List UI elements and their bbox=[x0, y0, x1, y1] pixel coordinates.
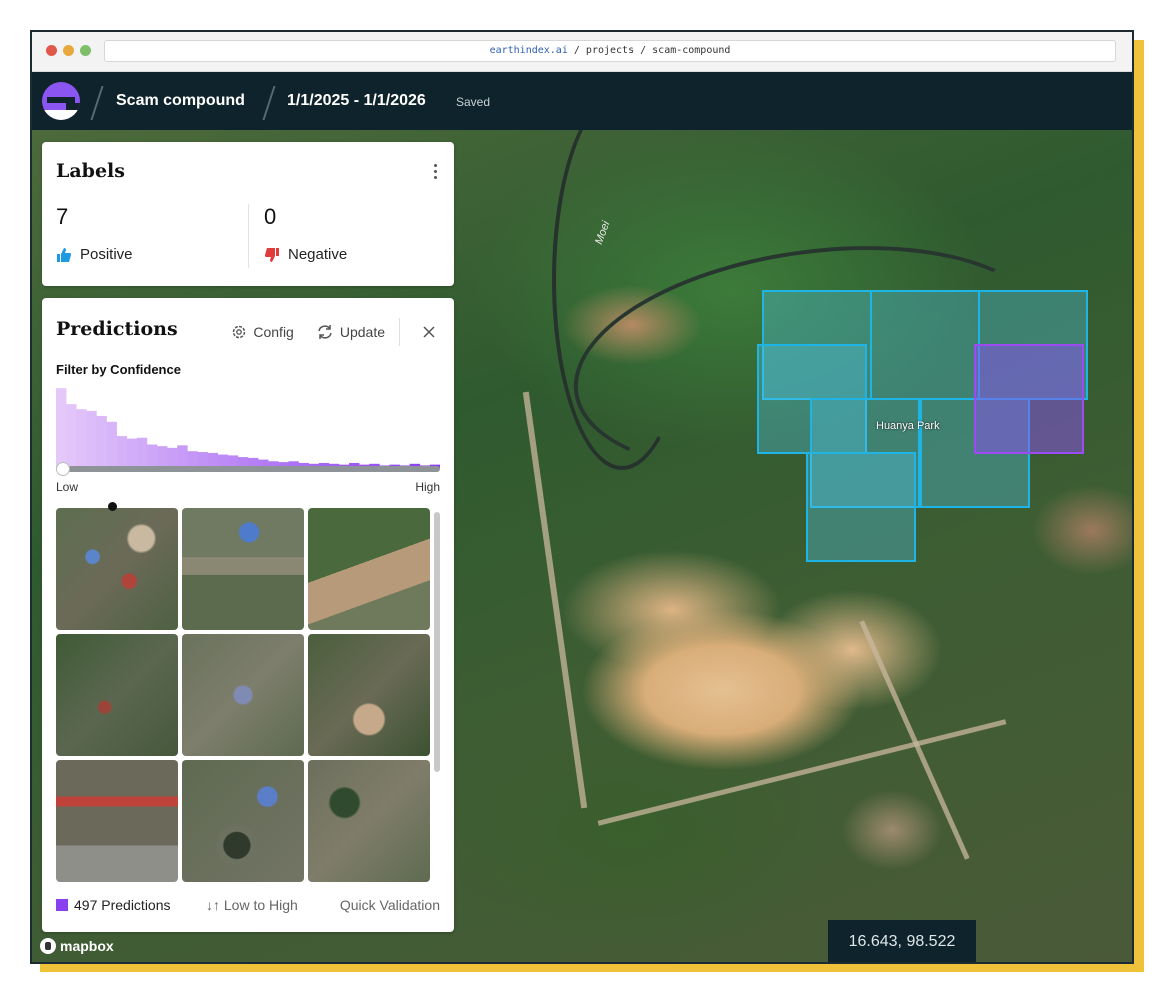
breadcrumb-divider bbox=[262, 86, 276, 120]
save-status: Saved bbox=[456, 95, 491, 109]
place-label: Huanya Park bbox=[876, 420, 940, 432]
prediction-color-swatch bbox=[56, 899, 68, 911]
prediction-thumbnail[interactable] bbox=[182, 634, 304, 756]
thumbs-up-icon bbox=[57, 247, 71, 262]
project-title[interactable]: Scam compound bbox=[116, 92, 245, 110]
positive-count: 7 bbox=[56, 204, 69, 229]
sort-arrows-icon: ↓↑ bbox=[206, 897, 224, 913]
thumbnail-scrollbar[interactable] bbox=[434, 512, 440, 772]
labels-title: Labels bbox=[56, 160, 125, 182]
confidence-slider-track[interactable] bbox=[56, 466, 440, 472]
road bbox=[859, 620, 970, 860]
negative-label: Negative bbox=[288, 246, 348, 263]
positive-label: Positive bbox=[80, 246, 133, 263]
window-minimize-icon[interactable] bbox=[63, 45, 74, 56]
thumbs-down-icon bbox=[265, 247, 279, 262]
predictions-title: Predictions bbox=[56, 318, 178, 340]
update-button[interactable]: Update bbox=[316, 324, 385, 340]
histogram-bar bbox=[177, 445, 188, 468]
config-label: Config bbox=[253, 324, 294, 340]
mapbox-wordmark: mapbox bbox=[60, 938, 114, 954]
histogram-bar bbox=[76, 409, 87, 468]
histogram-bar bbox=[116, 436, 128, 468]
histogram-bar bbox=[126, 438, 138, 468]
range-high-label: High bbox=[415, 480, 440, 494]
address-bar[interactable]: earthindex.ai / projects / scam-compound bbox=[104, 40, 1116, 62]
sort-button[interactable]: ↓↑ Low to High bbox=[206, 897, 298, 913]
prediction-thumbnail[interactable] bbox=[182, 508, 304, 630]
prediction-thumbnail[interactable] bbox=[182, 760, 304, 882]
refresh-icon bbox=[318, 325, 332, 339]
coordinates-readout: 16.643, 98.522 bbox=[828, 920, 976, 962]
prediction-thumbnail[interactable] bbox=[308, 760, 430, 882]
earthindex-logo-icon[interactable] bbox=[42, 82, 80, 120]
gear-icon bbox=[233, 325, 246, 339]
url-host: earthindex.ai bbox=[489, 45, 568, 56]
window-close-icon[interactable] bbox=[46, 45, 57, 56]
divider bbox=[248, 204, 249, 268]
prediction-thumbnail[interactable] bbox=[56, 760, 178, 882]
close-panel-button[interactable] bbox=[422, 325, 442, 339]
histogram-bar bbox=[167, 447, 178, 468]
road bbox=[522, 391, 588, 809]
mouse-cursor bbox=[108, 502, 117, 511]
quick-validation-button[interactable]: Quick Validation bbox=[340, 897, 440, 913]
histogram-bar bbox=[66, 404, 77, 468]
breadcrumb-divider bbox=[90, 86, 104, 120]
prediction-box[interactable] bbox=[806, 452, 916, 562]
predictions-footer: 497 Predictions ↓↑ Low to High Quick Val… bbox=[56, 896, 440, 916]
predictions-panel: Predictions Config Update Filter by Conf… bbox=[42, 298, 454, 932]
prediction-thumbnail[interactable] bbox=[308, 634, 430, 756]
browser-bar: earthindex.ai / projects / scam-compound bbox=[32, 32, 1132, 72]
confidence-slider-handle[interactable] bbox=[56, 462, 70, 476]
url-path: / projects / scam-compound bbox=[567, 45, 731, 56]
prediction-box-selected[interactable] bbox=[974, 344, 1084, 454]
negative-count: 0 bbox=[264, 204, 277, 229]
browser-window: earthindex.ai / projects / scam-compound… bbox=[30, 30, 1134, 964]
histogram-bar bbox=[106, 421, 117, 468]
app-header: Scam compound 1/1/2025 - 1/1/2026 Saved bbox=[32, 72, 1132, 130]
histogram-bar bbox=[157, 446, 168, 468]
prediction-count: 497 Predictions bbox=[74, 897, 171, 913]
prediction-box[interactable] bbox=[870, 290, 980, 400]
window-maximize-icon[interactable] bbox=[80, 45, 91, 56]
more-options-icon[interactable] bbox=[434, 164, 438, 182]
prediction-thumbnail-grid bbox=[56, 508, 430, 882]
histogram-bar bbox=[56, 388, 67, 468]
mapbox-attribution[interactable]: mapbox bbox=[40, 938, 114, 954]
labels-panel: Labels 7 0 Positive Negative bbox=[42, 142, 454, 286]
histogram-bar bbox=[96, 415, 107, 468]
prediction-thumbnail[interactable] bbox=[308, 508, 430, 630]
sort-label: Low to High bbox=[223, 897, 298, 913]
range-low-label: Low bbox=[56, 480, 79, 494]
histogram-bar bbox=[136, 437, 148, 468]
update-label: Update bbox=[339, 324, 385, 340]
confidence-histogram bbox=[56, 388, 440, 468]
positive-labels-button[interactable]: Positive bbox=[56, 246, 133, 263]
toolbar-divider bbox=[399, 318, 400, 346]
histogram-bar bbox=[146, 444, 158, 468]
date-range[interactable]: 1/1/2025 - 1/1/2026 bbox=[287, 92, 426, 110]
prediction-thumbnail[interactable] bbox=[56, 508, 178, 630]
negative-labels-button[interactable]: Negative bbox=[264, 246, 347, 263]
close-icon bbox=[423, 326, 435, 338]
histogram-bar bbox=[86, 410, 97, 468]
config-button[interactable]: Config bbox=[231, 324, 294, 340]
filter-label: Filter by Confidence bbox=[56, 362, 181, 377]
predictions-toolbar: Config Update bbox=[209, 318, 442, 346]
prediction-thumbnail[interactable] bbox=[56, 634, 178, 756]
mapbox-logo-icon bbox=[40, 938, 56, 954]
